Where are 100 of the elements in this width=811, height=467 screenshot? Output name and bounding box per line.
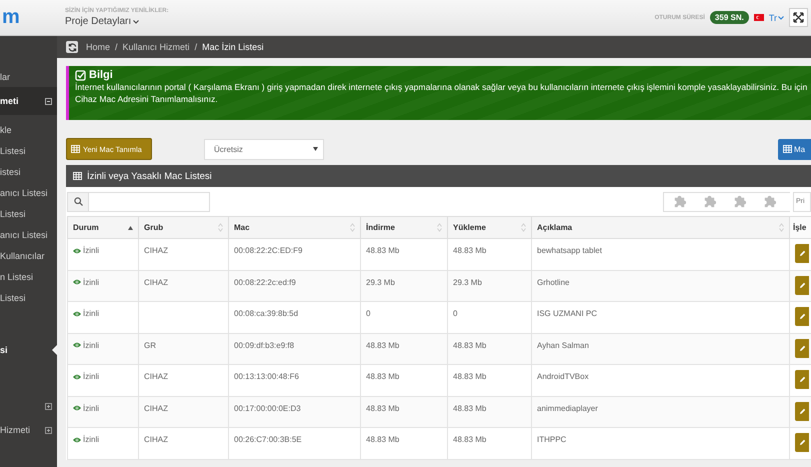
table-cell: 00:13:13:00:48:F6	[228, 364, 360, 396]
sidebar-item[interactable]: anıcı Listesi	[0, 224, 57, 245]
table-cell: 0	[360, 302, 448, 333]
sidebar-item[interactable]: si	[0, 336, 57, 364]
table-cell: 48.83 Mb	[448, 396, 532, 428]
sidebar-item-label: n Listesi	[0, 272, 34, 282]
sidebar-item-label: meti	[0, 96, 19, 106]
sidebar-item-label: lar	[0, 72, 10, 82]
column-header[interactable]: Durum	[68, 216, 138, 238]
table-cell: 0	[448, 302, 532, 333]
edit-button[interactable]	[795, 338, 809, 358]
table-cell: animmediaplayer	[532, 396, 790, 428]
table-cell: 00:08:ca:39:8b:5d	[228, 302, 360, 333]
table-cell: CIHAZ	[138, 270, 228, 302]
sidebar-item[interactable]: n Listesi	[0, 266, 57, 287]
table-cell: 48.83 Mb	[448, 364, 532, 396]
active-pointer-icon	[52, 345, 57, 355]
edit-button[interactable]	[795, 402, 809, 420]
refresh-icon	[68, 42, 76, 52]
session-timer: 359 SN.	[710, 11, 749, 24]
table-cell: 29.3 Mb	[360, 270, 448, 302]
mac-list-button[interactable]: Ma	[778, 138, 811, 160]
sidebar-item[interactable]: meti	[0, 87, 57, 115]
table-cell: CIHAZ	[138, 428, 228, 459]
status-label: İzinli	[73, 278, 133, 286]
refresh-button[interactable]	[66, 41, 78, 53]
search-field[interactable]	[67, 192, 210, 212]
eye-icon	[73, 279, 81, 285]
sidebar-item-label: si	[0, 345, 8, 355]
fullscreen-button[interactable]	[789, 8, 808, 27]
info-text: İnternet kullanıcılarının portal ( Karşılama Ekranı ) giriş yapmadan direk internete çıkış yapmalarına olanak sağlar veya bu kullanıcıların internete çıkış işlemini komple yasaklayabilirsiniz. Bu için	[75, 81, 807, 93]
table-cell: 00:17:00:00:0E:D3	[228, 396, 360, 428]
logo[interactable]: m	[0, 6, 57, 29]
collapse-icon[interactable]	[45, 98, 52, 104]
pencil-icon	[798, 344, 806, 352]
table-cell: 48.83 Mb	[360, 396, 448, 428]
sidebar-item[interactable]: istesi	[0, 161, 57, 182]
table-cell: CIHAZ	[138, 364, 228, 396]
sidebar-item[interactable]: anıcı Listesi	[0, 182, 57, 203]
table-icon	[73, 172, 82, 180]
pencil-icon	[798, 439, 806, 446]
edit-button[interactable]	[795, 370, 809, 389]
breadcrumb-link[interactable]: Kullanıcı Hizmeti	[122, 42, 190, 52]
sidebar-item-label: anıcı Listesi	[0, 230, 48, 240]
table-cell: Ayhan Salman	[532, 333, 790, 364]
column-header[interactable]: Mac	[228, 216, 360, 238]
sidebar-item-label: Hizmeti	[0, 425, 30, 435]
pencil-icon	[798, 408, 806, 414]
info-text: Cihaz Mac Adresini Tanımlamalısınız.	[75, 93, 219, 105]
table-icon	[71, 145, 80, 153]
table-cell: Grhotline	[532, 270, 790, 302]
sidebar-item[interactable]: Hizmeti	[0, 418, 57, 442]
table-cell: 48.83 Mb	[448, 428, 532, 459]
table-cell: 00:26:C7:00:3B:5E	[228, 428, 360, 459]
eye-icon	[73, 342, 81, 348]
sidebar-item[interactable]: Kullanıcılar	[0, 245, 57, 266]
caret-icon	[313, 147, 318, 151]
edit-button[interactable]	[795, 244, 809, 263]
sidebar-item[interactable]: Listesi	[0, 140, 57, 161]
pencil-icon	[798, 282, 806, 288]
pencil-icon	[798, 313, 806, 320]
sidebar-item-label: anıcı Listesi	[0, 188, 48, 198]
table-cell: 48.83 Mb	[448, 238, 532, 270]
sidebar-item-label: Kullanıcılar	[0, 250, 45, 260]
sidebar-item[interactable]: lar	[0, 66, 57, 87]
edit-button[interactable]	[795, 307, 809, 326]
edit-button[interactable]	[795, 433, 809, 452]
column-header[interactable]: Açıklama	[532, 216, 790, 238]
sidebar-item[interactable]: Listesi	[0, 203, 57, 224]
plan-select[interactable]: Ücretsiz	[204, 138, 324, 160]
breadcrumb-separator: /	[115, 42, 118, 52]
table-cell: AndroidTVBox	[532, 364, 790, 396]
sort-ascending-icon[interactable]	[128, 226, 133, 230]
table-cell: ISG UZMANI PC	[532, 302, 790, 333]
table-cell: ITHPPC	[532, 428, 790, 459]
edit-button[interactable]	[795, 276, 809, 294]
table-cell: bewhatsapp tablet	[532, 238, 790, 270]
search-icon	[74, 197, 82, 206]
status-label: İzinli	[73, 435, 133, 444]
breadcrumb-link[interactable]: Home	[86, 42, 110, 52]
language-menu[interactable]: Tr	[768, 12, 784, 22]
sidebar-item[interactable]: Listesi	[0, 287, 57, 308]
column-header[interactable]: İndirme	[360, 216, 448, 238]
project-menu[interactable]: Proje Detayları	[65, 16, 169, 27]
column-header[interactable]: İşle	[790, 216, 811, 238]
eye-icon	[73, 248, 81, 254]
table-cell: 48.83 Mb	[360, 333, 448, 364]
panel-title: İzinli veya Yasaklı Mac Listesi	[87, 170, 212, 182]
expand-icon[interactable]	[45, 402, 52, 410]
column-header[interactable]: Yükleme	[448, 216, 532, 238]
caret-icon	[778, 16, 784, 20]
column-header[interactable]: Grub	[138, 216, 228, 238]
sidebar-item[interactable]: kle	[0, 119, 57, 140]
eye-icon	[73, 436, 81, 442]
sidebar-item-label: istesi	[0, 166, 21, 176]
table-cell: GR	[138, 333, 228, 364]
table-cell: 00:08:22:2C:ED:F9	[228, 238, 360, 270]
table-cell: CIHAZ	[138, 238, 228, 270]
expand-icon[interactable]	[45, 426, 52, 434]
table-cell: 29.3 Mb	[448, 270, 532, 302]
